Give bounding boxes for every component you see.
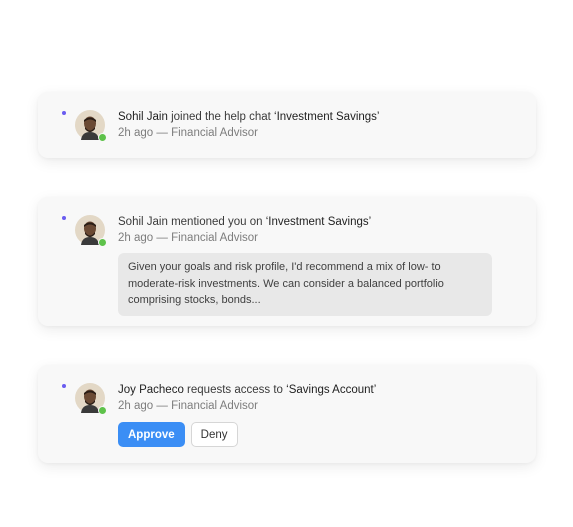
request-actions: Approve Deny	[118, 422, 512, 447]
notification-meta: 2h ago — Financial Advisor	[118, 231, 512, 246]
actor-name[interactable]: Joy Pacheco	[118, 384, 184, 396]
notification-meta: 2h ago — Financial Advisor	[118, 126, 512, 141]
actor-name[interactable]: Sohil Jain	[118, 111, 168, 123]
target-link[interactable]: ‘Investment Savings’	[274, 111, 379, 123]
notification-card-mention[interactable]: Sohil Jain mentioned you on ‘Investment …	[38, 197, 536, 326]
online-status-dot	[98, 238, 107, 247]
notification-text: Joy Pacheco requests access to ‘Savings …	[118, 383, 512, 398]
meta-separator: —	[153, 127, 172, 139]
deny-button[interactable]: Deny	[190, 422, 238, 447]
unread-indicator	[62, 384, 66, 388]
timestamp: 2h ago	[118, 400, 154, 412]
unread-indicator	[62, 111, 66, 115]
online-status-dot	[98, 406, 107, 415]
message-preview[interactable]: Given your goals and risk profile, I'd r…	[118, 253, 492, 316]
action-text: mentioned you on	[167, 216, 266, 228]
online-status-dot	[98, 133, 107, 142]
target-link[interactable]: ‘Investment Savings’	[266, 216, 371, 228]
meta-separator: —	[153, 232, 172, 244]
action-text: requests access to	[183, 384, 287, 396]
timestamp: 2h ago	[118, 232, 154, 244]
unread-indicator	[62, 216, 66, 220]
notification-text: Sohil Jain mentioned you on ‘Investment …	[118, 215, 512, 230]
actor-role: Financial Advisor	[171, 400, 259, 412]
actor-role: Financial Advisor	[171, 127, 259, 139]
actor-name[interactable]: Sohil Jain	[118, 216, 168, 228]
notification-meta: 2h ago — Financial Advisor	[118, 399, 512, 414]
timestamp: 2h ago	[118, 127, 154, 139]
actor-role: Financial Advisor	[171, 232, 259, 244]
notification-card-access-request[interactable]: Joy Pacheco requests access to ‘Savings …	[38, 365, 536, 463]
approve-button[interactable]: Approve	[118, 422, 185, 447]
notification-text: Sohil Jain joined the help chat ‘Investm…	[118, 110, 512, 125]
notification-card-chat-join[interactable]: Sohil Jain joined the help chat ‘Investm…	[38, 92, 536, 158]
target-link[interactable]: ‘Savings Account’	[286, 384, 376, 396]
meta-separator: —	[153, 400, 172, 412]
action-text: joined the help chat	[167, 111, 275, 123]
